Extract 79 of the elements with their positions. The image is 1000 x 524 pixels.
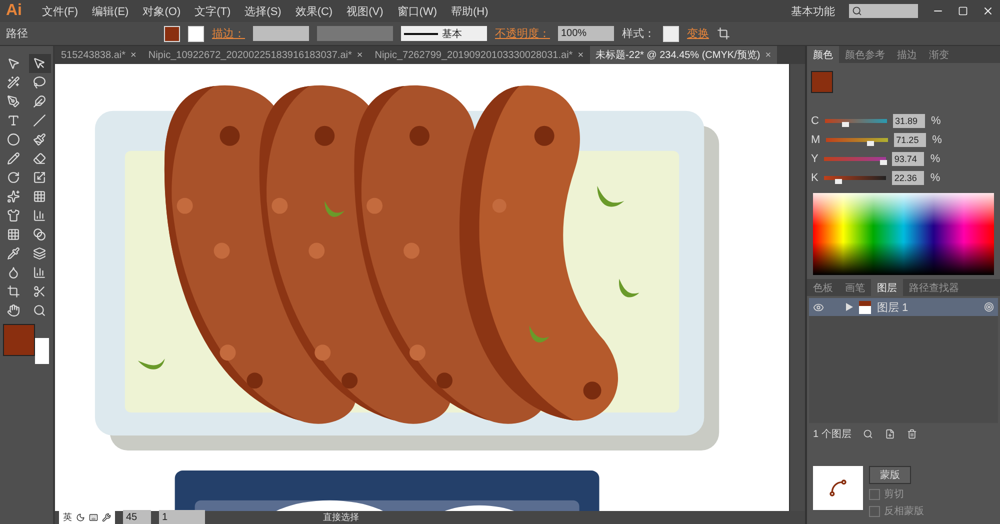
tab-close-icon[interactable]: ×	[578, 50, 584, 60]
channel-label: K	[811, 172, 818, 184]
object-type-label: 路径	[6, 27, 28, 41]
document-tab[interactable]: 未标题-22* @ 234.45% (CMYK/预览) ×	[590, 46, 778, 64]
search-icon[interactable]	[863, 429, 874, 439]
vertical-scrollbar[interactable]	[789, 64, 805, 511]
search-icon	[852, 6, 862, 16]
channel-value-field[interactable]: 71.25	[894, 132, 926, 146]
channel-label: Y	[811, 152, 818, 164]
stroke-weight-field[interactable]	[253, 26, 309, 41]
panel-tab[interactable]: 描边	[891, 46, 923, 63]
slider-thumb[interactable]	[880, 160, 887, 164]
menu-item[interactable]: 帮助(H)	[451, 4, 488, 18]
current-tool-label: 直接选择	[323, 511, 359, 524]
restore-icon[interactable]	[958, 6, 968, 16]
menu-item[interactable]: 视图(V)	[346, 4, 384, 18]
ime-language-label[interactable]: 英	[63, 511, 72, 524]
workspace-switcher[interactable]: 基本功能	[791, 4, 835, 18]
opacity-field[interactable]: 100%	[558, 26, 614, 41]
channel-value-field[interactable]: 22.36	[892, 170, 924, 184]
moon-icon[interactable]	[76, 513, 85, 522]
layer-row[interactable]: 图层 1	[809, 298, 998, 316]
panel-tab[interactable]: 图层	[871, 279, 903, 296]
app-logo: Ai	[6, 2, 22, 20]
menu-item[interactable]: 效果(C)	[295, 4, 333, 18]
eye-icon[interactable]	[813, 302, 824, 312]
keyboard-icon[interactable]	[89, 513, 98, 522]
fill-color-swatch[interactable]	[811, 71, 833, 93]
menu-item[interactable]: 编辑(E)	[92, 4, 129, 18]
percent-label: %	[930, 152, 940, 164]
wrench-icon[interactable]	[102, 513, 111, 522]
tab-close-icon[interactable]: ×	[130, 50, 136, 60]
layer-name: 图层 1	[877, 300, 908, 314]
menu-item[interactable]: 选择(S)	[244, 4, 282, 18]
slider-thumb[interactable]	[867, 140, 874, 146]
layer-thumbnail	[859, 300, 871, 314]
percent-label: %	[932, 134, 942, 146]
menu-item[interactable]: 窗口(W)	[397, 4, 437, 18]
panel-tab[interactable]: 颜色参考	[839, 46, 891, 63]
slider-thumb[interactable]	[842, 122, 849, 126]
stroke-color-swatch[interactable]	[34, 338, 48, 364]
variable-width-field[interactable]	[317, 26, 393, 41]
stroke-swatch[interactable]	[188, 26, 204, 42]
new-layer-icon[interactable]	[885, 429, 896, 439]
tab-close-icon[interactable]: ×	[765, 50, 772, 60]
stroke-profile-field[interactable]: 基本	[401, 26, 487, 41]
style-label: 样式：	[622, 27, 655, 41]
panel-tab[interactable]: 颜色	[807, 46, 839, 63]
percent-label: %	[930, 172, 940, 184]
tab-close-icon[interactable]: ×	[356, 50, 363, 60]
close-icon[interactable]	[982, 5, 994, 17]
panel-tab[interactable]: 渐变	[923, 46, 955, 63]
style-swatch[interactable]	[663, 26, 679, 42]
color-spectrum[interactable]	[813, 193, 994, 275]
channel-value-field[interactable]: 93.74	[892, 152, 924, 166]
menu-item[interactable]: 对象(O)	[142, 4, 181, 18]
expand-triangle-icon[interactable]	[846, 303, 853, 311]
panel-tab[interactable]: 路径查找器	[903, 279, 965, 296]
panel-tab[interactable]: 画笔	[839, 279, 871, 296]
channel-label: M	[811, 134, 820, 146]
channel-label: C	[811, 114, 819, 126]
menu-item[interactable]: 文件(F)	[42, 4, 78, 18]
stroke-line-icon	[404, 32, 438, 36]
artboard-field[interactable]: 1	[159, 510, 205, 524]
make-mask-button[interactable]: 蒙版	[869, 466, 911, 484]
panel-tab[interactable]: 色板	[807, 279, 839, 296]
menu-item[interactable]: 文字(T)	[194, 4, 231, 18]
fill-color-swatch[interactable]	[2, 324, 34, 356]
target-icon[interactable]	[984, 302, 994, 312]
percent-label: %	[930, 114, 941, 126]
trash-icon[interactable]	[907, 429, 918, 439]
zoom-field[interactable]: 45	[123, 510, 151, 524]
ime-toolbar[interactable]: 英	[59, 511, 115, 524]
channel-value-field[interactable]: 31.89	[892, 114, 925, 128]
slider-thumb[interactable]	[834, 178, 842, 184]
mask-thumbnail	[813, 466, 863, 510]
layer-count: 1 个图层	[813, 428, 852, 441]
search-field[interactable]	[849, 4, 918, 18]
fill-swatch[interactable]	[164, 26, 180, 42]
